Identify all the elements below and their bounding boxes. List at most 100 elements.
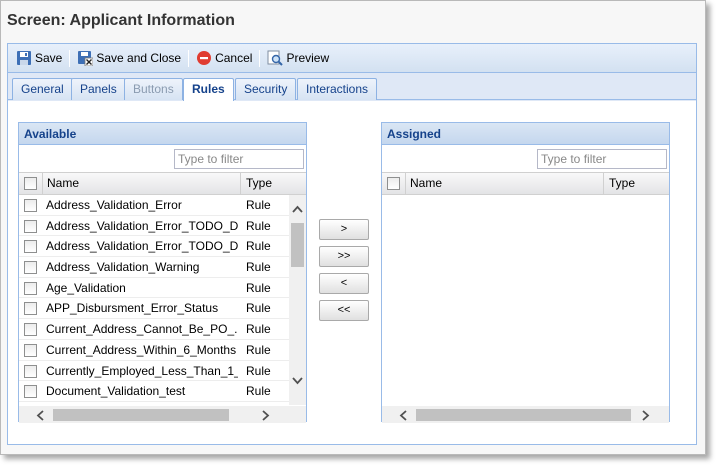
row-type: Rule [246, 198, 271, 212]
table-row[interactable]: Address_Validation_Error Rule [19, 195, 306, 216]
tab-interactions[interactable]: Interactions [297, 78, 378, 100]
assigned-horizontal-scrollbar[interactable] [382, 406, 669, 423]
add-selected-button[interactable]: > [319, 219, 369, 240]
editor-panel: Save Save and Close Cancel Preview Gener… [7, 43, 697, 445]
cancel-button[interactable]: Cancel [192, 47, 256, 69]
row-type: Rule [246, 384, 271, 399]
cancel-label: Cancel [215, 51, 253, 65]
preview-magnifier-icon [267, 50, 284, 66]
row-name: Age_Validation [46, 280, 126, 295]
table-row[interactable]: Age_Validation Rule [19, 278, 306, 299]
preview-button[interactable]: Preview [263, 47, 333, 69]
tab-rules[interactable]: Rules [183, 78, 234, 101]
save-label: Save [35, 51, 63, 65]
save-button[interactable]: Save [12, 47, 66, 69]
tab-panels[interactable]: Panels [71, 78, 126, 100]
assigned-select-all-checkbox[interactable] [387, 177, 400, 190]
assigned-rows [382, 195, 669, 405]
available-horizontal-scrollbar[interactable] [19, 406, 306, 423]
preview-label: Preview [286, 51, 330, 65]
available-vertical-scroll-thumb[interactable] [291, 223, 304, 267]
assigned-column-header: Name Type [382, 173, 669, 195]
assigned-name-column[interactable]: Name [405, 173, 604, 194]
assigned-grid: Assigned Name Type [381, 122, 670, 423]
rules-tab-body: Available Name Type Address_Validation_E… [8, 101, 696, 444]
table-row[interactable]: Document_Validation_test Rule [19, 381, 306, 402]
scroll-left-icon[interactable] [399, 409, 407, 424]
row-checkbox[interactable] [24, 261, 37, 275]
table-row[interactable]: Current_Address_Within_6_Months Rule [19, 340, 306, 361]
row-name: Address_Validation_Error_TODO_D... [46, 239, 238, 254]
assigned-filter-input[interactable] [537, 149, 667, 169]
row-checkbox[interactable] [24, 240, 37, 254]
row-name: Currently_Employed_Less_Than_1_... [46, 363, 238, 378]
available-name-column[interactable]: Name [42, 173, 241, 194]
toolbar-separator [188, 49, 190, 67]
row-checkbox[interactable] [24, 302, 37, 316]
row-name: Document_Validation_test [46, 384, 186, 399]
available-type-column[interactable]: Type [246, 173, 272, 194]
row-checkbox[interactable] [24, 199, 37, 212]
row-name: APP_Disbursment_Error_Status [46, 301, 219, 316]
row-type: Rule [246, 363, 271, 378]
table-row[interactable]: Address_Validation_Error_TODO_D... Rule [19, 236, 306, 258]
available-vertical-scrollbar[interactable] [289, 195, 306, 405]
row-type: Rule [246, 218, 271, 233]
row-name: Current_Address_Cannot_Be_PO_... [46, 322, 238, 337]
save-and-close-label: Save and Close [96, 51, 182, 65]
available-filter-input[interactable] [174, 149, 304, 169]
tab-security[interactable]: Security [235, 78, 297, 100]
row-checkbox[interactable] [24, 364, 37, 378]
floppy-disk-icon [16, 50, 32, 66]
available-select-all-checkbox[interactable] [24, 177, 37, 190]
assigned-grid-title: Assigned [382, 123, 669, 145]
row-name: Address_Validation_Error_TODO_Dec [46, 218, 238, 233]
tab-buttons: Buttons [124, 78, 183, 100]
available-filter-row [19, 145, 306, 173]
available-grid-title: Available [19, 123, 306, 145]
tab-strip: General Panels Buttons Rules Security In… [8, 74, 696, 101]
row-checkbox[interactable] [24, 323, 37, 337]
table-row[interactable]: Address_Validation_Warning Rule [19, 257, 306, 278]
toolbar-separator [69, 49, 71, 67]
remove-all-button[interactable]: << [319, 300, 369, 321]
add-all-button[interactable]: >> [319, 246, 369, 267]
row-type: Rule [246, 301, 271, 316]
assigned-filter-row [382, 145, 669, 173]
remove-selected-button[interactable]: < [319, 273, 369, 294]
cancel-icon [196, 50, 212, 66]
scroll-left-icon[interactable] [36, 409, 44, 424]
row-name: Address_Validation_Warning [46, 260, 200, 275]
row-type: Rule [246, 322, 271, 337]
toolbar-separator [259, 49, 261, 67]
scroll-right-icon[interactable] [642, 409, 650, 424]
scroll-up-icon[interactable] [292, 201, 303, 216]
row-type: Rule [246, 239, 271, 254]
assigned-horizontal-scroll-thumb[interactable] [416, 409, 631, 421]
available-grid: Available Name Type Address_Validation_E… [18, 122, 307, 423]
available-column-header: Name Type [19, 173, 306, 195]
page-title: Screen: Applicant Information [7, 12, 235, 29]
tab-general[interactable]: General [12, 78, 73, 100]
row-checkbox[interactable] [24, 281, 37, 295]
available-rows: Address_Validation_Error Rule Address_Va… [19, 195, 306, 405]
assigned-type-column[interactable]: Type [609, 173, 635, 194]
scroll-down-icon[interactable] [292, 373, 303, 388]
row-type: Rule [246, 342, 271, 357]
row-type: Rule [246, 280, 271, 295]
save-and-close-button[interactable]: Save and Close [73, 47, 185, 69]
row-type: Rule [246, 260, 271, 275]
row-name: Current_Address_Within_6_Months [46, 342, 237, 357]
table-row[interactable]: Currently_Employed_Less_Than_1_... Rule [19, 361, 306, 382]
row-checkbox[interactable] [24, 343, 37, 357]
scroll-right-icon[interactable] [262, 409, 270, 424]
row-checkbox[interactable] [24, 385, 37, 399]
table-row[interactable]: Current_Address_Cannot_Be_PO_... Rule [19, 319, 306, 340]
save-and-close-icon [77, 50, 94, 67]
row-checkbox[interactable] [24, 219, 37, 233]
available-horizontal-scroll-thumb[interactable] [53, 409, 229, 421]
table-row[interactable]: Address_Validation_Error_TODO_Dec Rule [19, 216, 306, 237]
row-name: Address_Validation_Error [46, 198, 182, 212]
screen-window: Screen: Applicant Information Save Save … [0, 0, 706, 455]
table-row[interactable]: APP_Disbursment_Error_Status Rule [19, 298, 306, 320]
